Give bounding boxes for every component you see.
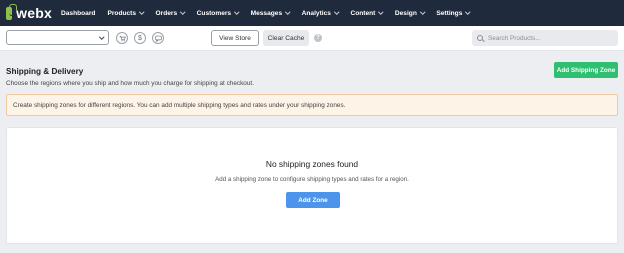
- nav-item-label: Products: [107, 9, 137, 17]
- clear-cache-button[interactable]: Clear Cache: [263, 30, 309, 46]
- nav-item-design[interactable]: Design: [394, 9, 426, 17]
- notice-text: Create shipping zones for different regi…: [13, 101, 346, 109]
- chevron-down-icon: [465, 9, 471, 15]
- chevron-down-icon: [139, 9, 145, 15]
- top-navbar: webx Dashboard Products Orders Customers Mes…: [0, 0, 624, 26]
- add-shipping-zone-button[interactable]: Add Shipping Zone: [554, 62, 618, 78]
- nav-item-content[interactable]: Content: [350, 9, 384, 17]
- nav-item-settings[interactable]: Settings: [436, 9, 471, 17]
- chevron-down-icon: [334, 9, 340, 15]
- page-subtitle: Choose the regions where you ship and ho…: [6, 80, 254, 87]
- empty-state-title: No shipping zones found: [265, 159, 359, 169]
- chevron-down-icon: [234, 9, 240, 15]
- brand-logo[interactable]: webx: [6, 3, 52, 21]
- nav-item-customers[interactable]: Customers: [196, 9, 240, 17]
- shopping-bag-icon: [6, 3, 18, 20]
- main-menu: Dashboard Products Orders Customers Messages…: [61, 10, 482, 17]
- nav-item-dashboard[interactable]: Dashboard: [61, 10, 95, 17]
- nav-item-analytics[interactable]: Analytics: [301, 9, 340, 17]
- chevron-down-icon: [378, 9, 384, 15]
- page-title: Shipping & Delivery: [6, 67, 84, 76]
- nav-item-messages[interactable]: Messages: [250, 9, 291, 17]
- nav-item-label: Content: [350, 9, 376, 17]
- nav-item-label: Messages: [250, 9, 283, 17]
- cart-icon[interactable]: [116, 32, 128, 44]
- add-zone-button[interactable]: Add Zone: [286, 192, 340, 208]
- nav-item-label: Customers: [196, 9, 232, 17]
- chevron-down-icon: [98, 34, 104, 40]
- dollar-icon[interactable]: $: [134, 32, 146, 44]
- nav-item-label: Dashboard: [61, 9, 96, 17]
- brand-name: webx: [16, 5, 52, 21]
- empty-state-text: Add a shipping zone to configure shippin…: [215, 176, 409, 183]
- nav-item-label: Settings: [436, 9, 463, 17]
- chevron-down-icon: [285, 9, 291, 15]
- nav-item-label: Design: [394, 9, 417, 17]
- nav-item-label: Orders: [155, 9, 178, 17]
- store-select[interactable]: [6, 30, 109, 45]
- nav-item-orders[interactable]: Orders: [155, 9, 186, 17]
- search-box: [472, 30, 618, 46]
- empty-state-card: No shipping zones found Add a shipping z…: [6, 127, 618, 244]
- view-store-button[interactable]: View Store: [211, 30, 259, 46]
- info-notice: Create shipping zones for different regi…: [6, 94, 618, 116]
- help-icon[interactable]: ?: [314, 34, 322, 42]
- chevron-down-icon: [180, 9, 186, 15]
- toolbar: $ View Store Clear Cache ?: [0, 26, 624, 51]
- search-input[interactable]: [488, 34, 608, 42]
- chat-icon[interactable]: [152, 32, 164, 44]
- chevron-down-icon: [420, 9, 426, 15]
- nav-item-products[interactable]: Products: [107, 9, 145, 17]
- nav-item-label: Analytics: [301, 9, 331, 17]
- search-icon: [477, 34, 484, 42]
